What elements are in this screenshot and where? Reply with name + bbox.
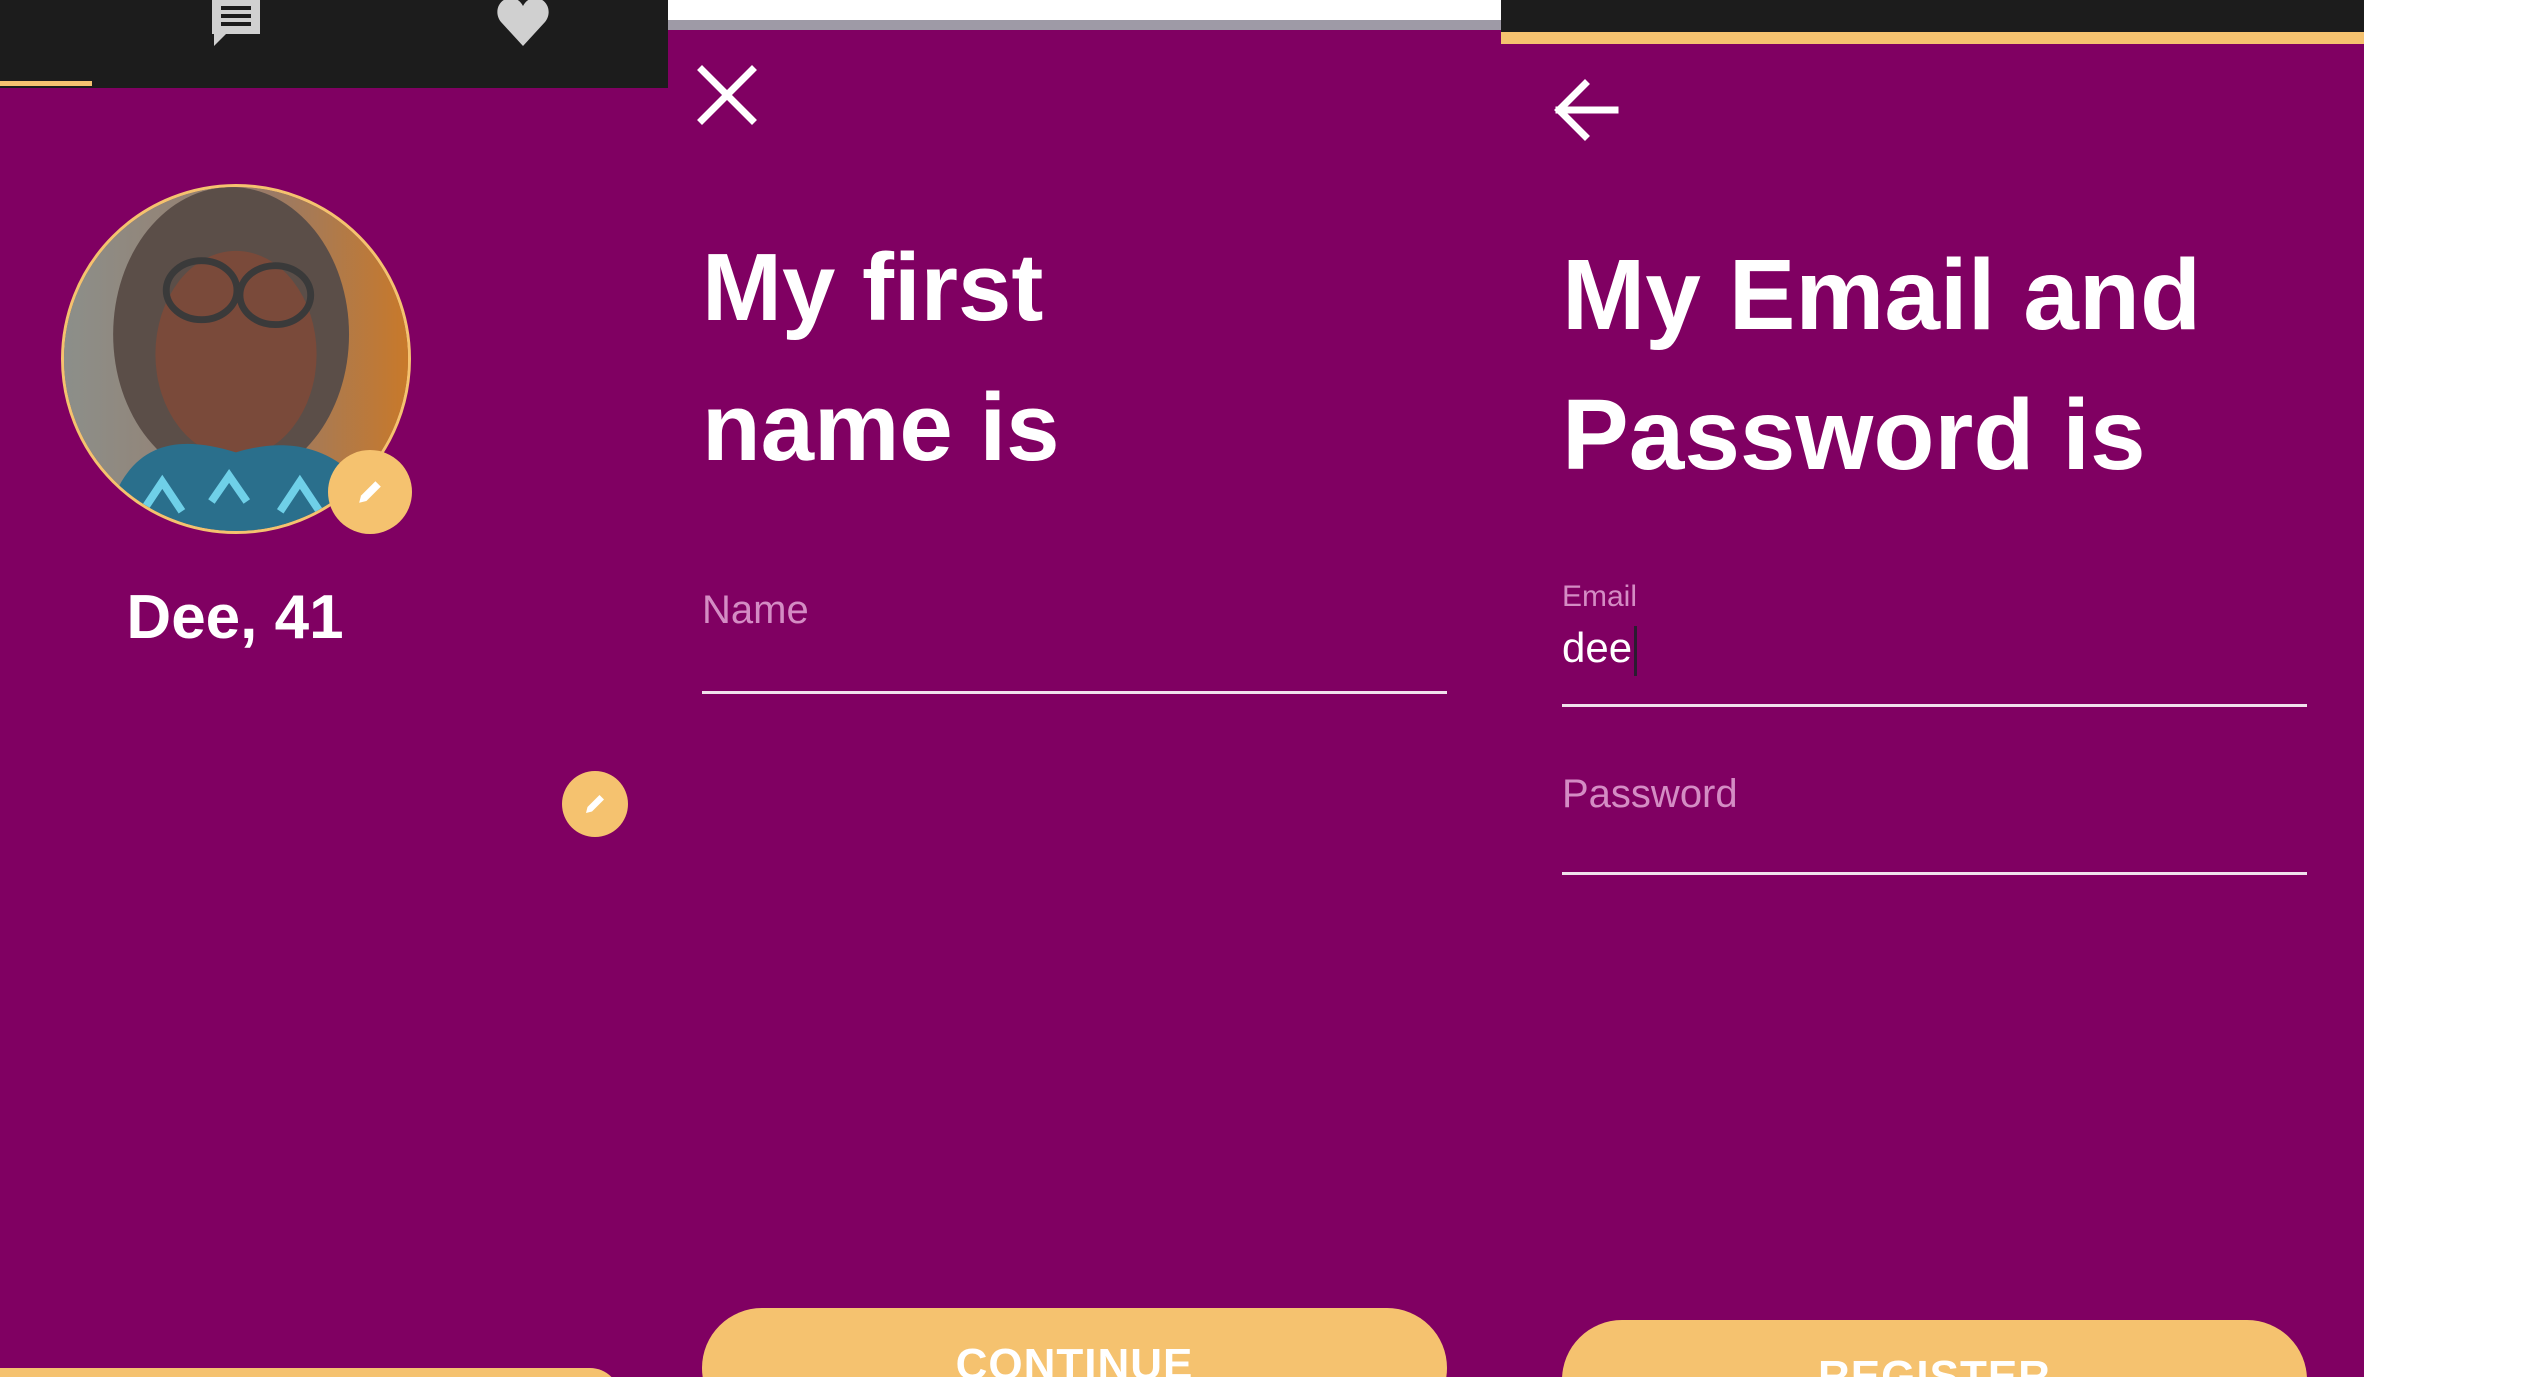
edit-profile-button[interactable] xyxy=(562,771,628,837)
name-placeholder: Name xyxy=(702,588,809,632)
page-title-line: Password is xyxy=(1562,379,2146,491)
email-password-panel: My Email and Password is Email dee Passw… xyxy=(1501,0,2364,1377)
password-placeholder: Password xyxy=(1562,772,1738,816)
input-underline xyxy=(1562,872,2307,875)
avatar-edit-button[interactable] xyxy=(328,450,412,534)
bottom-action-button[interactable] xyxy=(0,1368,620,1377)
register-button[interactable]: REGISTER xyxy=(1562,1320,2307,1377)
chat-icon[interactable] xyxy=(208,0,264,50)
page-title-line: My first xyxy=(702,234,1044,341)
arrow-left-icon xyxy=(1554,79,1619,141)
top-strip xyxy=(668,0,1501,20)
first-name-panel: My first name is Name CONTINUE xyxy=(668,0,1501,1377)
back-button[interactable] xyxy=(1551,74,1623,146)
active-tab-indicator xyxy=(0,81,92,86)
text-caret xyxy=(1634,625,1638,676)
pencil-icon xyxy=(359,481,381,503)
page-title: My Email and Password is xyxy=(1562,225,2322,505)
top-strip xyxy=(1501,0,2364,32)
page-title-line: name is xyxy=(702,374,1060,481)
email-value-wrap: dee xyxy=(1562,624,2307,676)
close-icon xyxy=(697,65,757,125)
email-field[interactable]: Email dee xyxy=(1562,580,2307,710)
progress-bar xyxy=(668,20,1501,30)
profile-name-age: Dee, 41 xyxy=(126,583,344,652)
page-title-line: My Email and xyxy=(1562,239,2202,351)
email-value: dee xyxy=(1562,624,1633,671)
profile-panel: Dee, 41 xyxy=(0,0,668,1377)
email-label: Email xyxy=(1562,580,1638,613)
page-title: My first name is xyxy=(702,218,1222,498)
name-input[interactable]: Name xyxy=(702,588,1447,698)
progress-bar xyxy=(1501,32,2364,44)
heart-icon[interactable] xyxy=(495,0,551,50)
screen: Dee, 41 My first name is Name CONTINUE M… xyxy=(0,0,2543,1377)
input-underline xyxy=(702,691,1447,694)
continue-button[interactable]: CONTINUE xyxy=(702,1308,1447,1377)
close-button[interactable] xyxy=(696,64,758,126)
tab-bar xyxy=(0,0,668,88)
input-underline xyxy=(1562,704,2307,707)
pencil-icon xyxy=(586,795,604,813)
password-field[interactable]: Password xyxy=(1562,772,2307,878)
